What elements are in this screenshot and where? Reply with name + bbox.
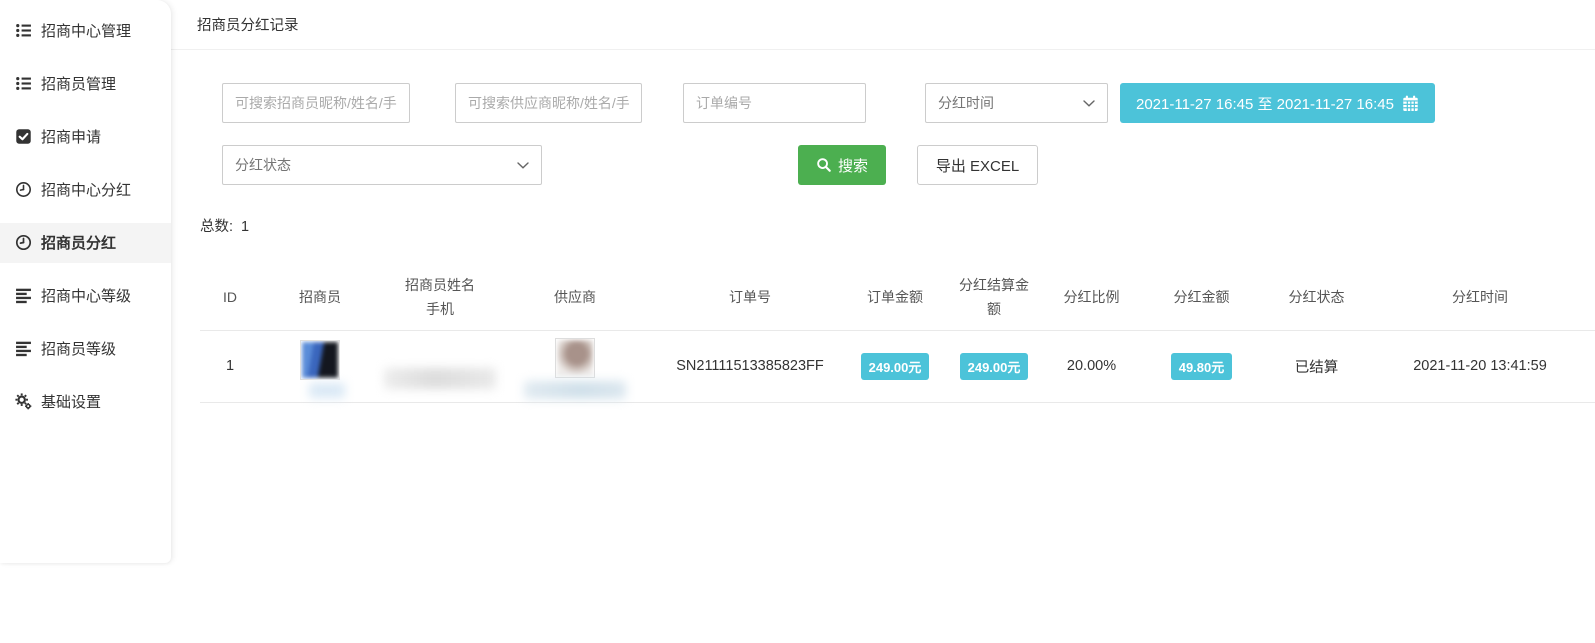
cell-order-no: SN21111513385823FF — [650, 330, 850, 402]
clock-icon — [15, 181, 32, 198]
table-header-row: ID 招商员 招商员姓名手机 供应商 订单号 订单金额 分红结算金额 分红比例 … — [200, 266, 1595, 330]
sidebar-item-label: 招商申请 — [41, 126, 101, 147]
sidebar-item-agent-mgmt[interactable]: 招商员管理 — [0, 57, 171, 110]
cell-time: 2021-11-20 13:41:59 — [1365, 330, 1595, 402]
col-header-agent-name-phone: 招商员姓名手机 — [380, 266, 500, 330]
chevron-down-icon — [1083, 100, 1095, 107]
cell-agent — [260, 330, 380, 402]
dividend-status-select[interactable]: 分红状态 — [222, 145, 542, 185]
cell-order-amount: 249.00元 — [850, 330, 940, 402]
sidebar-item-center-dividend[interactable]: 招商中心分红 — [0, 163, 171, 216]
sidebar-item-label: 招商中心分红 — [41, 179, 131, 200]
col-header-order-amount: 订单金额 — [850, 266, 940, 330]
date-range-text: 2021-11-27 16:45 至 2021-11-27 16:45 — [1136, 93, 1394, 114]
export-excel-button[interactable]: 导出 EXCEL — [917, 145, 1038, 185]
sidebar-item-agent-dividend[interactable]: 招商员分红 — [0, 216, 171, 269]
clock-icon — [15, 234, 32, 251]
filter-row-1: 分红时间 2021-11-27 16:45 至 2021-11-27 16:45 — [222, 83, 1595, 123]
sidebar: 招商中心管理 招商员管理 招商申请 招商中心分红 招商员分红 — [0, 0, 171, 563]
col-header-supplier: 供应商 — [500, 266, 650, 330]
cell-settle-amount: 249.00元 — [940, 330, 1048, 402]
col-header-time: 分红时间 — [1365, 266, 1595, 330]
supplier-search-input[interactable] — [455, 83, 642, 123]
dividend-status-select-value: 分红状态 — [235, 155, 291, 175]
cell-agent-name-phone — [380, 330, 500, 402]
cell-status: 已结算 — [1268, 330, 1365, 402]
total-count: 总数: 1 — [200, 215, 1595, 236]
table-row: 1 — [200, 330, 1595, 402]
dividend-records-table: ID 招商员 招商员姓名手机 供应商 订单号 订单金额 分红结算金额 分红比例 … — [200, 266, 1595, 403]
total-count-label: 总数: — [200, 219, 233, 235]
col-header-settle-amount: 分红结算金额 — [940, 266, 1048, 330]
sidebar-item-merchant-apply[interactable]: 招商申请 — [0, 110, 171, 163]
dividend-time-select-value: 分红时间 — [938, 93, 994, 113]
agent-name-blurred — [309, 383, 345, 398]
search-button[interactable]: 搜索 — [798, 145, 886, 185]
sidebar-item-basic-settings[interactable]: 基础设置 — [0, 375, 171, 428]
sidebar-item-label: 基础设置 — [41, 391, 101, 412]
cell-ratio: 20.00% — [1048, 330, 1135, 402]
main-content: 招商员分红记录 分红时间 2021-11-27 16:45 至 2021-11-… — [171, 0, 1595, 563]
agent-avatar — [300, 340, 340, 380]
col-header-ratio: 分红比例 — [1048, 266, 1135, 330]
cell-id: 1 — [200, 330, 260, 402]
app-root: 招商中心管理 招商员管理 招商申请 招商中心分红 招商员分红 — [0, 0, 1595, 563]
sidebar-item-label: 招商中心管理 — [41, 20, 131, 41]
sidebar-item-label: 招商员管理 — [41, 73, 116, 94]
calendar-icon — [1402, 95, 1419, 112]
sidebar-item-label: 招商员分红 — [41, 232, 116, 253]
dividend-time-select[interactable]: 分红时间 — [925, 83, 1108, 123]
col-header-id: ID — [200, 266, 260, 330]
check-square-icon — [15, 128, 32, 145]
sidebar-item-merchant-center-mgmt[interactable]: 招商中心管理 — [0, 4, 171, 57]
date-range-button[interactable]: 2021-11-27 16:45 至 2021-11-27 16:45 — [1120, 83, 1435, 123]
page-title: 招商员分红记录 — [197, 14, 299, 35]
gears-icon — [15, 393, 32, 410]
align-bars-icon — [15, 287, 32, 304]
filter-row-2: 分红状态 搜索 导出 EXCEL — [222, 145, 1595, 185]
filters-panel: 分红时间 2021-11-27 16:45 至 2021-11-27 16:45 — [171, 50, 1595, 185]
align-bars-icon — [15, 340, 32, 357]
dividend-amount-badge: 49.80元 — [1171, 353, 1233, 380]
total-count-value: 1 — [241, 219, 249, 235]
sidebar-item-agent-level[interactable]: 招商员等级 — [0, 322, 171, 375]
chevron-down-icon — [517, 162, 529, 169]
sidebar-item-center-level[interactable]: 招商中心等级 — [0, 269, 171, 322]
supplier-avatar — [555, 338, 595, 378]
search-icon — [816, 157, 832, 173]
cell-dividend-amount: 49.80元 — [1135, 330, 1268, 402]
col-header-status: 分红状态 — [1268, 266, 1365, 330]
list-icon — [15, 22, 32, 39]
col-header-agent: 招商员 — [260, 266, 380, 330]
col-header-dividend-amount: 分红金额 — [1135, 266, 1268, 330]
cell-supplier — [500, 330, 650, 402]
agent-name-phone-blurred — [384, 368, 496, 389]
sidebar-item-label: 招商中心等级 — [41, 285, 131, 306]
content-header: 招商员分红记录 — [171, 0, 1595, 50]
order-no-input[interactable] — [683, 83, 866, 123]
sidebar-item-label: 招商员等级 — [41, 338, 116, 359]
col-header-order-no: 订单号 — [650, 266, 850, 330]
agent-search-input[interactable] — [222, 83, 410, 123]
supplier-name-blurred — [524, 381, 626, 399]
search-button-label: 搜索 — [838, 155, 868, 176]
settle-amount-badge: 249.00元 — [960, 353, 1029, 380]
order-amount-badge: 249.00元 — [861, 353, 930, 380]
export-button-label: 导出 EXCEL — [936, 158, 1019, 175]
list-icon — [15, 75, 32, 92]
